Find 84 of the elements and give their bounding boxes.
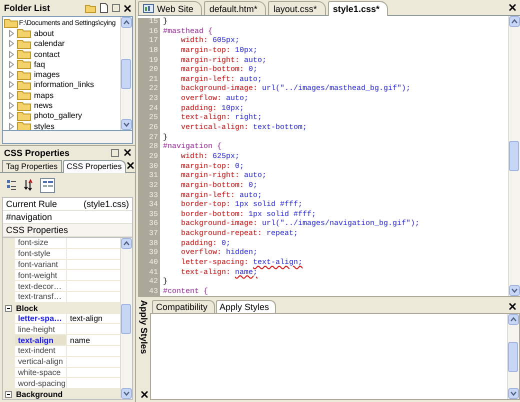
- property-name[interactable]: text-align: [15, 335, 67, 345]
- tree-item[interactable]: contact: [34, 50, 60, 59]
- scrollbar-thumb[interactable]: [121, 304, 131, 334]
- tree-item[interactable]: photo_gallery: [34, 111, 82, 120]
- folder-icon: [17, 38, 31, 49]
- scrollbar-thumb[interactable]: [121, 58, 131, 88]
- folder-icon: [4, 18, 18, 28]
- grid-heading: CSS Properties: [6, 225, 68, 235]
- scroll-up-icon[interactable]: [508, 314, 519, 325]
- property-name[interactable]: vertical-align: [15, 356, 67, 367]
- panel-tab[interactable]: Apply Styles: [139, 300, 149, 354]
- group-heading: Block: [16, 304, 38, 313]
- tree-item[interactable]: maps: [34, 90, 54, 100]
- scrollbar[interactable]: [507, 314, 519, 399]
- scroll-up-icon[interactable]: [121, 17, 132, 28]
- folder-icon: [17, 80, 31, 90]
- collapse-icon[interactable]: [5, 391, 12, 398]
- panel-title: Folder List: [4, 3, 52, 13]
- close-icon[interactable]: [509, 4, 516, 11]
- scroll-up-icon[interactable]: [509, 16, 520, 27]
- scroll-up-icon[interactable]: [121, 238, 132, 249]
- new-folder-icon[interactable]: [85, 4, 96, 12]
- scrollbar[interactable]: [508, 16, 520, 296]
- tree-item[interactable]: news: [34, 101, 53, 110]
- horizontal-scrollbar[interactable]: [2, 131, 133, 144]
- scroll-down-icon[interactable]: [121, 388, 132, 399]
- folder-icon: [17, 100, 31, 111]
- property-name[interactable]: word-spacing: [15, 378, 67, 388]
- scroll-down-icon[interactable]: [509, 285, 520, 296]
- tab[interactable]: Tag Properties: [2, 160, 62, 172]
- toolbar-button[interactable]: [4, 178, 19, 192]
- editor-tab[interactable]: Web Site: [138, 1, 202, 15]
- close-icon[interactable]: [140, 391, 148, 398]
- tree-item[interactable]: styles: [34, 122, 54, 130]
- tree-item[interactable]: images: [34, 70, 60, 80]
- scrollbar[interactable]: [120, 238, 132, 399]
- folder-icon: [17, 110, 31, 121]
- editor-tab[interactable]: layout.css*: [268, 1, 326, 15]
- property-name[interactable]: text-indent: [15, 346, 67, 356]
- scroll-down-icon[interactable]: [508, 388, 519, 399]
- property-name[interactable]: letter-spa…: [15, 314, 67, 324]
- property-name[interactable]: font-variant: [15, 260, 67, 270]
- property-value[interactable]: text-align: [70, 314, 102, 323]
- close-icon[interactable]: [126, 162, 134, 169]
- folder-icon: [17, 90, 31, 100]
- property-name[interactable]: text-decor…: [15, 281, 67, 291]
- scrollbar-thumb[interactable]: [509, 141, 519, 171]
- property-name[interactable]: font-style: [15, 248, 67, 259]
- tree-item[interactable]: about: [34, 28, 54, 38]
- panel-title: CSS Properties: [4, 148, 71, 158]
- property-name[interactable]: text-transf…: [15, 292, 67, 302]
- collapse-icon[interactable]: [5, 304, 12, 312]
- scrollbar[interactable]: [120, 17, 132, 130]
- close-icon[interactable]: [124, 4, 131, 12]
- editor-tab[interactable]: style1.css*: [328, 1, 388, 16]
- rule-selector: #navigation: [6, 212, 52, 222]
- property-name[interactable]: font-weight: [15, 270, 67, 280]
- folder-icon: [17, 70, 31, 80]
- editor-tab[interactable]: default.htm*: [204, 1, 266, 15]
- tree-item[interactable]: faq: [34, 60, 46, 69]
- tree-item[interactable]: information_links: [34, 80, 94, 90]
- new-page-icon[interactable]: [100, 3, 108, 13]
- folder-icon: [17, 59, 31, 70]
- tab[interactable]: CSS Properties: [62, 160, 126, 173]
- website-icon: [143, 4, 154, 13]
- sort-icon: [24, 179, 36, 191]
- folder-icon: [17, 49, 31, 60]
- rule-source: (style1.css): [83, 199, 129, 209]
- scroll-down-icon[interactable]: [121, 119, 132, 130]
- folder-icon: [17, 28, 31, 38]
- property-name[interactable]: line-height: [15, 324, 67, 334]
- close-icon[interactable]: [124, 149, 131, 156]
- tree-item[interactable]: calendar: [34, 39, 65, 48]
- property-value[interactable]: name: [70, 336, 90, 345]
- scrollbar-thumb[interactable]: [508, 342, 518, 372]
- maximize-icon[interactable]: [112, 4, 120, 12]
- property-name[interactable]: font-size: [15, 238, 67, 248]
- categorized-icon: [6, 179, 18, 191]
- maximize-icon[interactable]: [111, 148, 119, 156]
- property-name[interactable]: white-space: [15, 368, 67, 378]
- close-icon[interactable]: [509, 303, 516, 310]
- field-label: Current Rule: [6, 199, 58, 209]
- tab[interactable]: Apply Styles: [216, 300, 276, 313]
- group-heading: Background: [16, 390, 63, 399]
